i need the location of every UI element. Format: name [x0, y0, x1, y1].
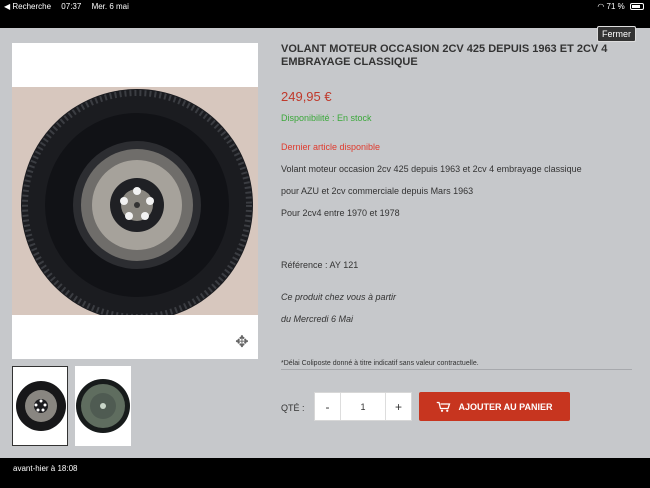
- status-date: Mer. 6 mai: [91, 2, 129, 11]
- status-right: ◠ 71 %: [597, 2, 644, 11]
- main-product-image[interactable]: ✥: [12, 43, 258, 359]
- availability-status: Disponibilité : En stock: [281, 113, 372, 123]
- quantity-input[interactable]: [340, 393, 386, 420]
- quantity-stepper: - +: [314, 392, 412, 421]
- status-left: ◀ Recherche 07:37 Mer. 6 mai: [4, 2, 137, 11]
- delivery-estimate-line-1: Ce produit chez vous à partir: [281, 292, 397, 302]
- product-reference: Référence : AY 121: [281, 260, 359, 270]
- flywheel-illustration: [12, 87, 258, 315]
- description-line: pour AZU et 2cv commerciale depuis Mars …: [281, 186, 474, 196]
- section-divider: [281, 369, 632, 370]
- delivery-estimate-line-2: du Mercredi 6 Mai: [281, 314, 354, 324]
- description-line: Pour 2cv4 entre 1970 et 1978: [281, 208, 400, 218]
- decrement-button[interactable]: -: [315, 393, 340, 420]
- expand-arrows-icon[interactable]: ✥: [234, 335, 250, 351]
- quantity-label: QTÉ :: [281, 403, 305, 413]
- add-to-cart-label: AJOUTER AU PANIER: [458, 401, 553, 412]
- battery-percent: 71 %: [606, 2, 625, 11]
- thumbnail-flywheel-back[interactable]: [75, 366, 131, 446]
- cart-icon: [437, 401, 451, 412]
- flywheel-photo: [12, 87, 258, 315]
- thumbnail-back-image: [75, 366, 131, 446]
- product-title: VOLANT MOTEUR OCCASION 2CV 425 DEPUIS 19…: [281, 43, 608, 68]
- product-page: Fermer ✥ VOLANT MOTEUR OCCASION 2CV 425 …: [0, 14, 650, 458]
- battery-icon: [630, 3, 644, 11]
- last-item-notice: Dernier article disponible: [281, 142, 381, 152]
- increment-button[interactable]: +: [386, 393, 411, 420]
- top-bar: [0, 14, 650, 28]
- add-to-cart-button[interactable]: AJOUTER AU PANIER: [419, 392, 570, 421]
- thumbnail-front-image: [13, 367, 67, 445]
- description-line: Volant moteur occasion 2cv 425 depuis 19…: [281, 164, 582, 174]
- footer-timestamp: avant-hier à 18:08: [13, 464, 78, 473]
- thumbnail-flywheel-front[interactable]: [12, 366, 68, 446]
- product-price: 249,95 €: [281, 89, 332, 104]
- shipping-disclaimer: *Délai Coliposte donné à titre indicatif…: [281, 360, 479, 367]
- status-bar: ◀ Recherche 07:37 Mer. 6 mai ◠ 71 %: [0, 0, 650, 14]
- wifi-icon: ◠: [597, 2, 605, 11]
- close-button[interactable]: Fermer: [597, 26, 636, 42]
- footer-bar: avant-hier à 18:08: [0, 458, 650, 488]
- back-to-search-link[interactable]: ◀ Recherche: [4, 2, 51, 11]
- status-time: 07:37: [61, 2, 82, 11]
